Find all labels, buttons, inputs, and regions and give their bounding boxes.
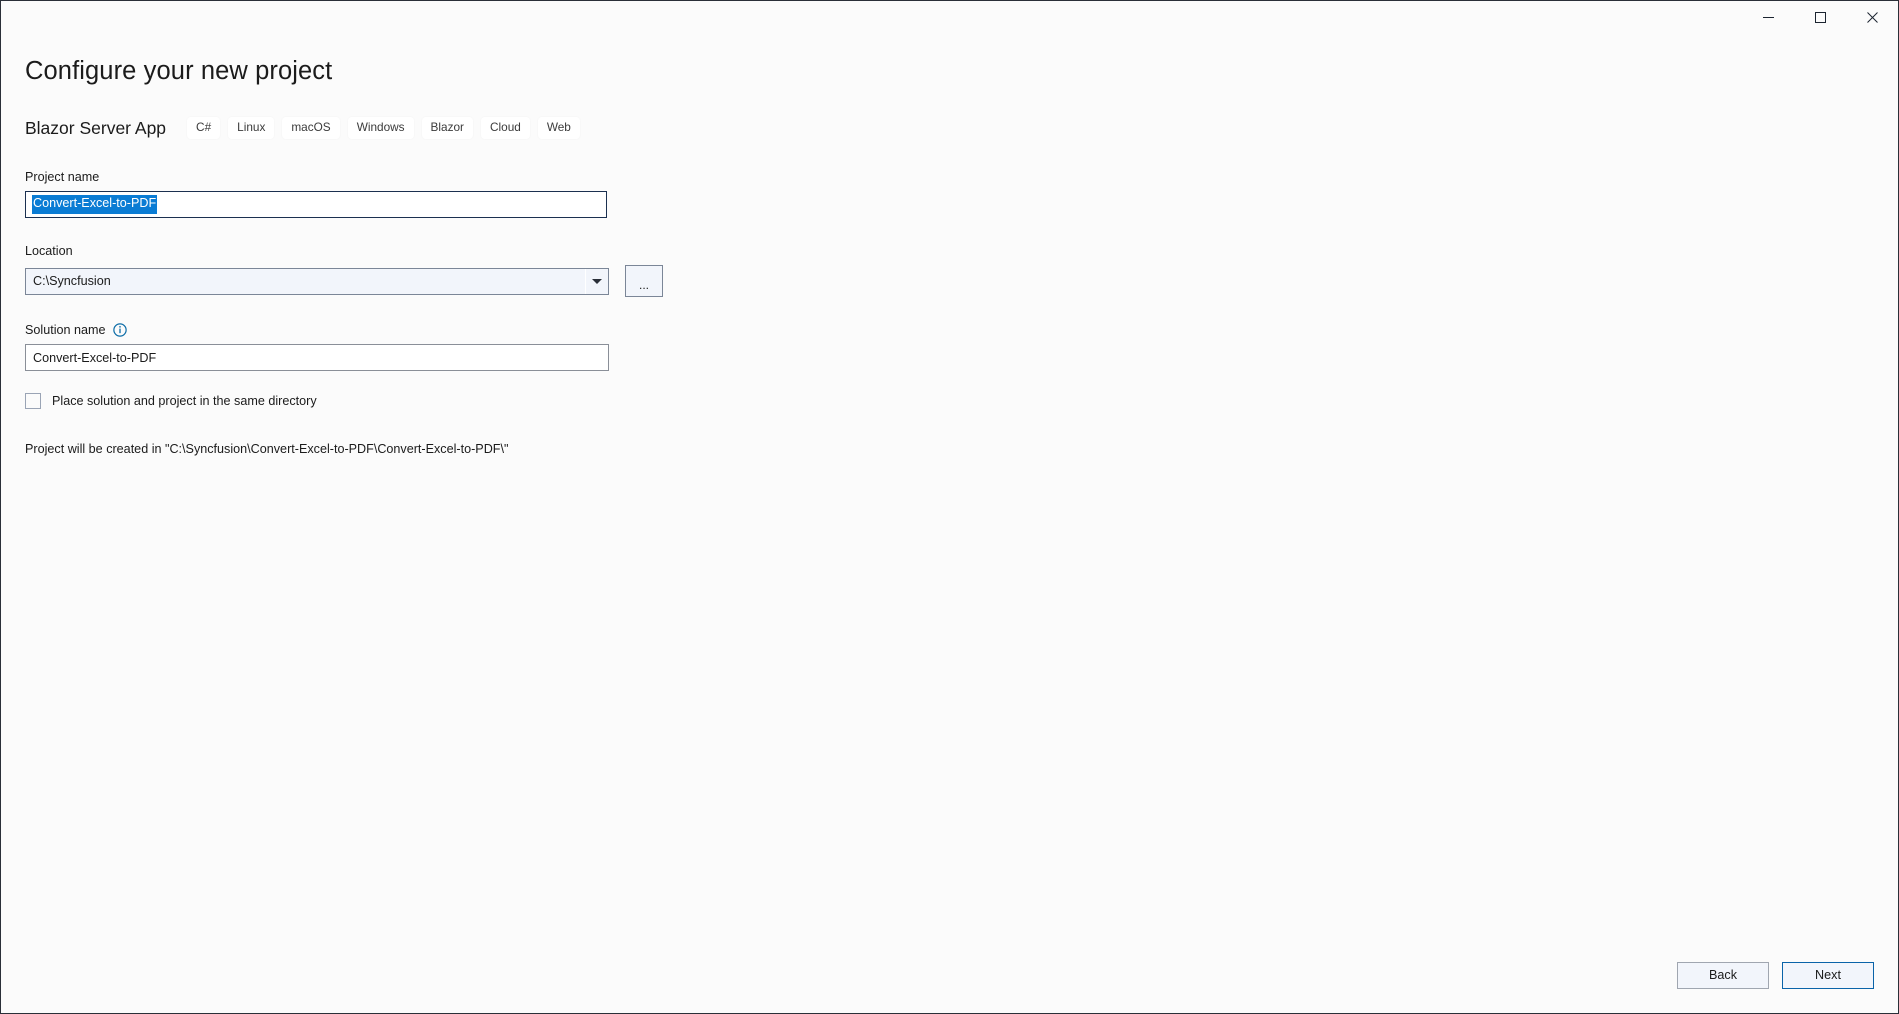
template-tag: Web xyxy=(537,117,580,139)
solution-name-label: Solution name xyxy=(25,323,1874,337)
title-bar xyxy=(1,1,1898,37)
window-controls xyxy=(1742,1,1898,34)
template-tag-list: C# Linux macOS Windows Blazor Cloud Web xyxy=(187,117,580,139)
template-tag: Linux xyxy=(228,117,275,139)
project-name-input[interactable]: Convert-Excel-to-PDF xyxy=(25,191,607,218)
project-name-value: Convert-Excel-to-PDF xyxy=(32,195,158,214)
solution-name-input[interactable]: Convert-Excel-to-PDF xyxy=(25,344,609,371)
template-tag: C# xyxy=(187,117,221,139)
solution-name-label-text: Solution name xyxy=(25,323,106,337)
configure-project-dialog: Configure your new project Blazor Server… xyxy=(0,0,1899,1014)
minimize-icon xyxy=(1762,17,1774,18)
template-name: Blazor Server App xyxy=(25,117,167,138)
same-directory-label: Place solution and project in the same d… xyxy=(52,394,317,408)
maximize-icon xyxy=(1814,12,1826,23)
back-button[interactable]: Back xyxy=(1677,961,1769,989)
project-path-note: Project will be created in "C:\Syncfusio… xyxy=(25,442,509,456)
location-value: C:\Syncfusion xyxy=(33,274,111,288)
location-combobox[interactable]: C:\Syncfusion xyxy=(25,267,609,295)
template-tag: Cloud xyxy=(481,117,530,139)
same-directory-checkbox[interactable] xyxy=(25,393,41,409)
browse-location-button[interactable]: ... xyxy=(625,265,663,297)
next-button[interactable]: Next xyxy=(1782,961,1874,989)
location-label-text: Location xyxy=(25,244,73,258)
page-title: Configure your new project xyxy=(25,57,333,85)
chevron-down-icon xyxy=(592,278,602,284)
project-name-label: Project name xyxy=(25,170,1874,184)
same-directory-row[interactable]: Place solution and project in the same d… xyxy=(25,393,1874,409)
close-icon xyxy=(1866,12,1878,23)
close-button[interactable] xyxy=(1846,1,1898,34)
dialog-content: Configure your new project Blazor Server… xyxy=(1,37,1898,937)
template-summary: Blazor Server App C# Linux macOS Windows… xyxy=(25,115,1874,141)
info-icon[interactable] xyxy=(112,323,127,337)
template-tag: macOS xyxy=(282,117,340,139)
location-dropdown-toggle[interactable] xyxy=(585,268,608,294)
template-tag: Blazor xyxy=(421,117,473,139)
dialog-footer: Back Next xyxy=(1,937,1898,1013)
location-label: Location xyxy=(25,244,1874,258)
solution-name-value: Convert-Excel-to-PDF xyxy=(33,350,157,365)
maximize-button[interactable] xyxy=(1794,1,1846,34)
minimize-button[interactable] xyxy=(1742,1,1794,34)
template-tag: Windows xyxy=(347,117,414,139)
project-name-label-text: Project name xyxy=(25,170,100,184)
location-row: C:\Syncfusion ... xyxy=(25,265,1874,297)
